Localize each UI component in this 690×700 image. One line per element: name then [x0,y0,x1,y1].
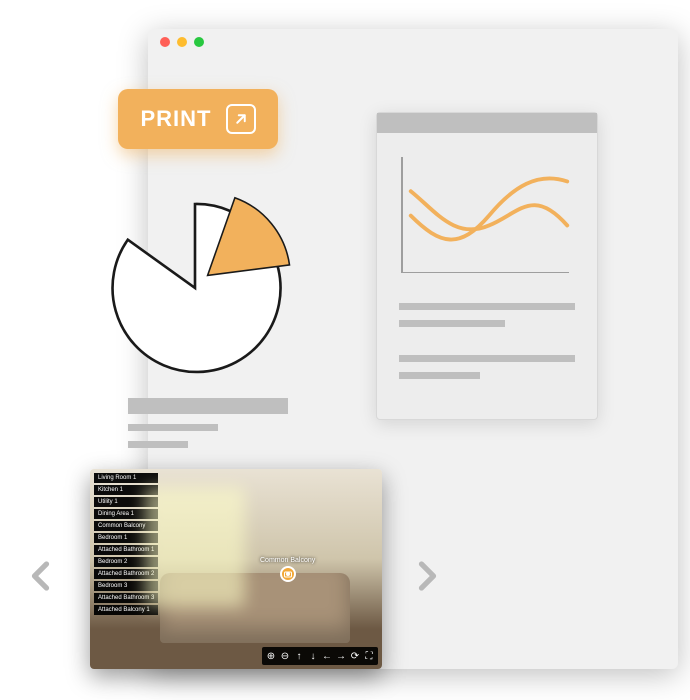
room-item[interactable]: Attached Bathroom 3 [94,593,158,603]
reset-rotation-icon[interactable]: ⟳ [348,649,362,663]
placeholder-line [399,372,480,379]
report-card [376,112,598,420]
open-external-icon [226,104,256,134]
placeholder-line [399,355,575,362]
print-button[interactable]: PRINT [118,89,278,149]
room-list: Living Room 1 Kitchen 1 Utility 1 Dining Ar… [94,473,158,615]
placeholder-line [399,320,505,327]
placeholder-line [128,398,288,414]
pie-chart [90,183,300,393]
scene-sofa [160,573,350,643]
next-button[interactable] [408,558,444,594]
hotspot-label: Common Balcony [260,557,315,564]
prev-button[interactable] [24,558,60,594]
hotspot[interactable]: Common Balcony [260,557,315,582]
room-item[interactable]: Attached Bathroom 1 [94,545,158,555]
room-item[interactable]: Attached Balcony 1 [94,605,158,615]
up-icon[interactable]: ↑ [292,649,306,663]
room-item[interactable]: Bedroom 3 [94,581,158,591]
room-item[interactable]: Bedroom 2 [94,557,158,567]
down-icon[interactable]: ↓ [306,649,320,663]
fullscreen-icon[interactable]: ⛶ [362,649,376,663]
hotspot-icon [280,566,296,582]
maximize-icon[interactable] [194,37,204,47]
placeholder-line [399,303,575,310]
placeholder-line [128,441,188,448]
viewer-toolbar: ⊕⊖↑↓←→⟳⛶ [262,647,378,665]
zoom-out-icon[interactable]: ⊖ [278,649,292,663]
zoom-in-icon[interactable]: ⊕ [264,649,278,663]
pie-caption-placeholder [128,398,288,448]
titlebar [148,29,678,55]
room-item[interactable]: Utility 1 [94,497,158,507]
close-icon[interactable] [160,37,170,47]
line-series-b [411,191,567,229]
room-item[interactable]: Dining Area 1 [94,509,158,519]
room-item[interactable]: Common Balcony [94,521,158,531]
print-label: PRINT [141,106,212,132]
card-placeholder-text [377,297,597,379]
card-header [377,113,597,133]
right-icon[interactable]: → [334,649,348,663]
minimize-icon[interactable] [177,37,187,47]
left-icon[interactable]: ← [320,649,334,663]
line-chart [401,157,577,281]
placeholder-line [128,424,218,431]
room-item[interactable]: Kitchen 1 [94,485,158,495]
virtual-tour-viewer[interactable]: Living Room 1 Kitchen 1 Utility 1 Dining Ar… [90,469,382,669]
room-item[interactable]: Attached Bathroom 2 [94,569,158,579]
room-item[interactable]: Living Room 1 [94,473,158,483]
room-item[interactable]: Bedroom 1 [94,533,158,543]
